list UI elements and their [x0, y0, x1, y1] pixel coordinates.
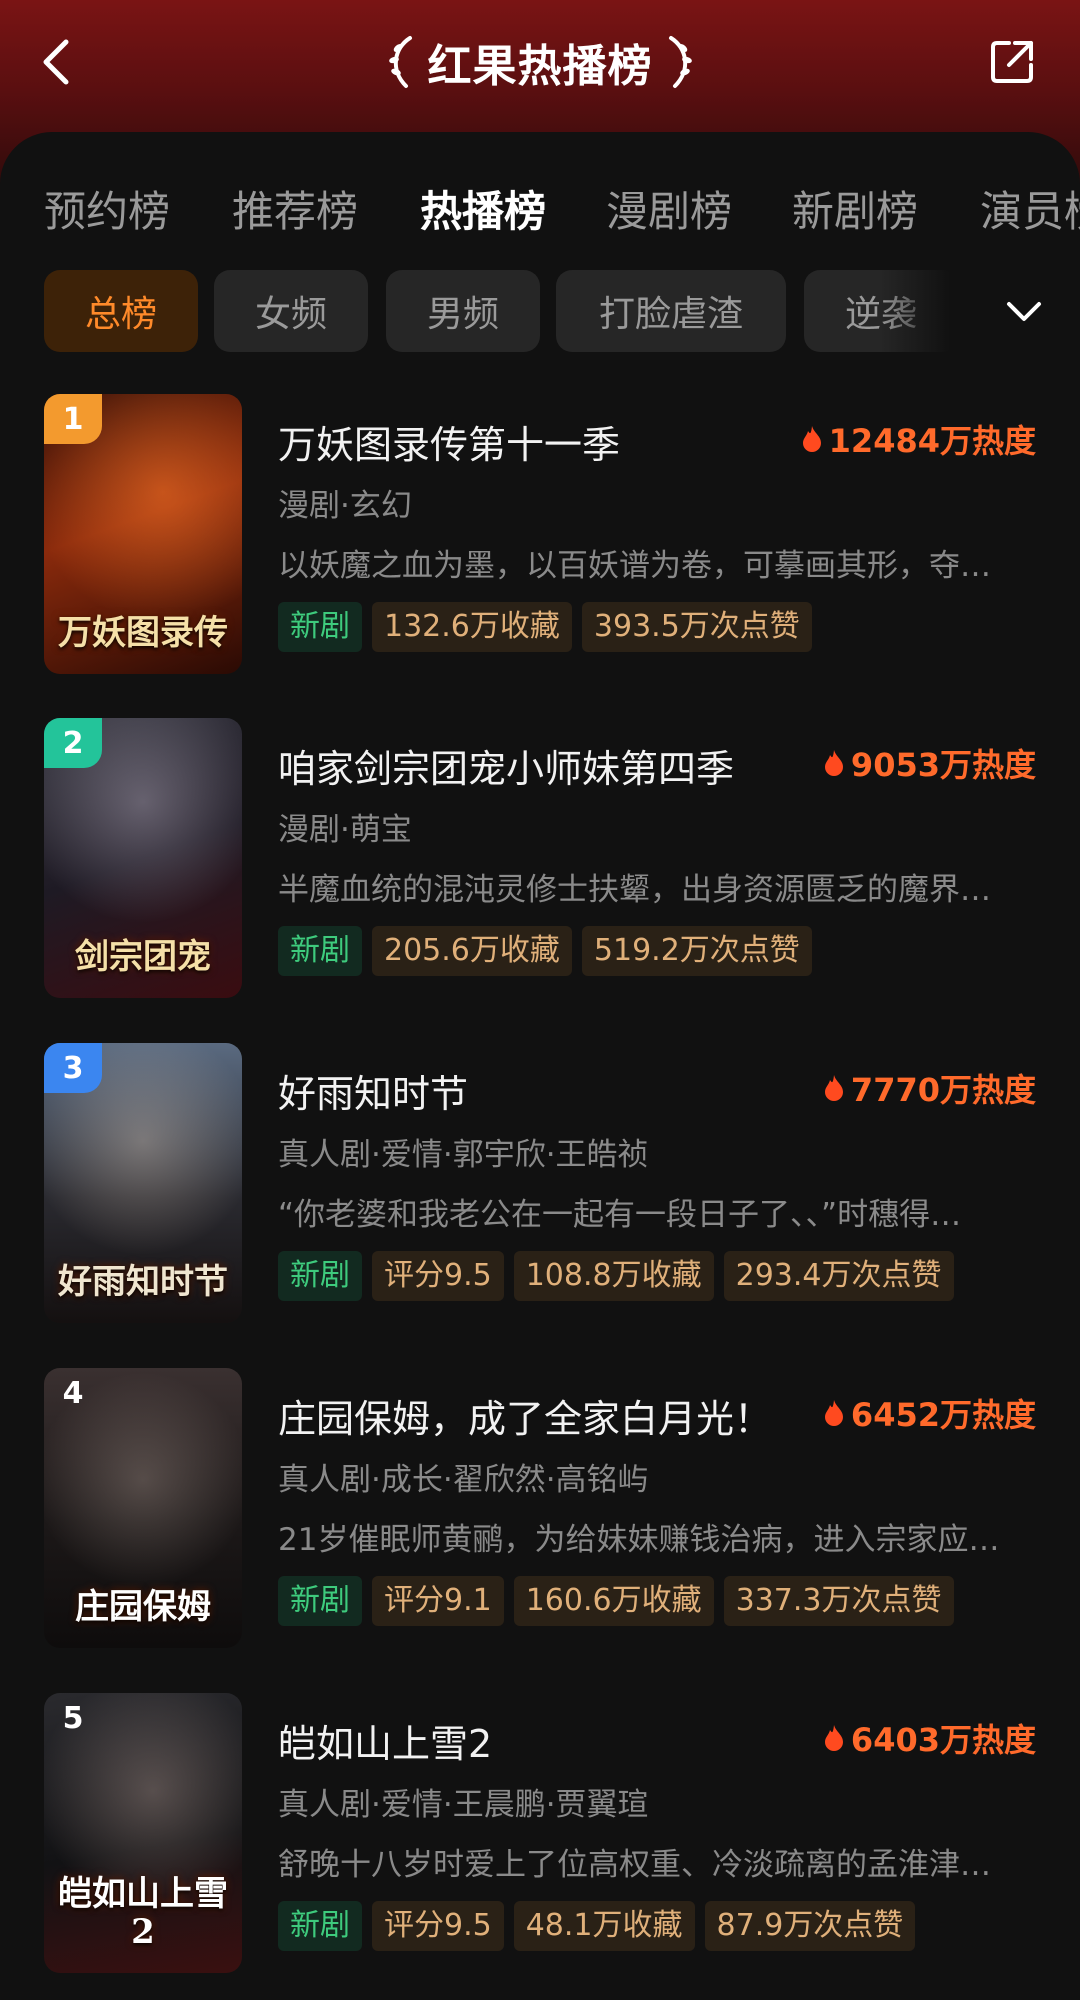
rating-badge: 评分9.5 — [372, 1251, 504, 1301]
badge-row: 新剧 评分9.5 48.1万收藏 87.9万次点赞 — [278, 1901, 916, 1951]
flame-icon — [824, 1725, 843, 1751]
expand-categories-button[interactable] — [1000, 290, 1048, 334]
likes-badge: 519.2万次点赞 — [581, 926, 812, 976]
rating-badge: 评分9.1 — [372, 1576, 504, 1626]
likes-badge: 293.4万次点赞 — [723, 1251, 954, 1301]
drama-title[interactable]: 庄园保姆，成了全家白月光！ — [278, 1388, 772, 1443]
new-badge: 新剧 — [278, 926, 362, 976]
heat-score: 12484万热度 — [801, 414, 1036, 464]
heat-score: 6403万热度 — [823, 1713, 1036, 1763]
chip-male[interactable]: 男频 — [386, 270, 540, 352]
tab-comic-drama[interactable]: 漫剧榜 — [606, 172, 732, 252]
likes-badge: 337.3万次点赞 — [723, 1576, 954, 1626]
drama-title[interactable]: 皑如山上雪2 — [278, 1713, 492, 1768]
rank-badge: 5 — [62, 1700, 84, 1736]
drama-title[interactable]: 咱家剑宗团宠小师妹第四季 — [278, 738, 734, 793]
flame-icon — [824, 1400, 843, 1426]
chevron-down-icon — [1007, 302, 1041, 321]
poster-image[interactable]: 万妖图录传 1 — [44, 394, 242, 674]
laurel-left-icon — [388, 36, 412, 88]
rating-badge: 评分9.5 — [372, 1901, 504, 1951]
page-title-wrap: 红果热播榜 — [0, 30, 1080, 94]
rank-badge: 1 — [44, 394, 102, 444]
drama-title[interactable]: 万妖图录传第十一季 — [278, 414, 620, 469]
heat-value: 6452万热度 — [850, 1396, 1036, 1434]
poster-image[interactable]: 皑如山上雪2 5 — [44, 1693, 242, 1973]
poster-title: 剑宗团宠 — [75, 937, 211, 977]
flame-icon — [824, 750, 843, 776]
heat-value: 7770万热度 — [850, 1071, 1036, 1109]
chip-female[interactable]: 女频 — [214, 270, 368, 352]
favorites-badge: 108.8万收藏 — [513, 1251, 714, 1301]
new-badge: 新剧 — [278, 1576, 362, 1626]
drama-tags: 漫剧·玄幻 — [278, 488, 412, 524]
favorites-badge: 132.6万收藏 — [372, 602, 572, 652]
drama-tags: 真人剧·成长·翟欣然·高铭屿 — [278, 1462, 649, 1498]
rank-badge: 4 — [62, 1375, 84, 1411]
list-item[interactable]: 万妖图录传 1 万妖图录传第十一季 12484万热度 漫剧·玄幻 以妖魔之血为墨… — [0, 394, 1080, 678]
laurel-right-icon — [668, 36, 692, 88]
poster-title: 皑如山上雪2 — [58, 1874, 228, 1952]
drama-description: 半魔血统的混沌灵修士扶颦，出身资源匮乏的魔界… — [278, 872, 991, 908]
poster-title: 好雨知时节 — [58, 1262, 228, 1302]
heat-score: 9053万热度 — [823, 738, 1036, 788]
drama-tags: 漫剧·萌宝 — [278, 812, 412, 848]
drama-tags: 真人剧·爱情·郭宇欣·王皓祯 — [278, 1137, 649, 1173]
badge-row: 新剧 评分9.1 160.6万收藏 337.3万次点赞 — [278, 1576, 954, 1626]
flame-icon — [824, 1075, 843, 1101]
tab-hot[interactable]: 热播榜 — [420, 172, 546, 252]
favorites-badge: 205.6万收藏 — [372, 926, 572, 976]
chips-fade-overlay — [880, 270, 1080, 354]
new-badge: 新剧 — [278, 1901, 362, 1951]
tab-recommend[interactable]: 推荐榜 — [232, 172, 358, 252]
heat-value: 6403万热度 — [850, 1721, 1036, 1759]
tab-reservation[interactable]: 预约榜 — [44, 172, 170, 252]
likes-badge: 393.5万次点赞 — [581, 602, 812, 652]
heat-value: 12484万热度 — [828, 422, 1036, 460]
favorites-badge: 160.6万收藏 — [513, 1576, 714, 1626]
ranking-tabs: 预约榜 推荐榜 热播榜 漫剧榜 新剧榜 演员榜 — [0, 172, 1080, 252]
rank-badge: 2 — [44, 718, 102, 768]
drama-tags: 真人剧·爱情·王晨鹏·贾翼瑄 — [278, 1787, 649, 1823]
likes-badge: 87.9万次点赞 — [704, 1901, 916, 1951]
list-item[interactable]: 皑如山上雪2 5 皑如山上雪2 6403万热度 真人剧·爱情·王晨鹏·贾翼瑄 舒… — [0, 1693, 1080, 1977]
ranking-panel: 预约榜 推荐榜 热播榜 漫剧榜 新剧榜 演员榜 总榜 女频 男频 打脸虐渣 逆袭… — [0, 132, 1080, 2000]
new-badge: 新剧 — [278, 1251, 362, 1301]
poster-title: 庄园保姆 — [75, 1587, 211, 1627]
badge-row: 新剧 评分9.5 108.8万收藏 293.4万次点赞 — [278, 1251, 954, 1301]
heat-value: 9053万热度 — [850, 746, 1036, 784]
favorites-badge: 48.1万收藏 — [513, 1901, 695, 1951]
chip-all[interactable]: 总榜 — [44, 270, 198, 352]
category-chips: 总榜 女频 男频 打脸虐渣 逆袭 — [0, 270, 1080, 354]
heat-score: 6452万热度 — [823, 1388, 1036, 1438]
flame-icon — [802, 426, 821, 452]
heat-score: 7770万热度 — [823, 1063, 1036, 1113]
list-item[interactable]: 好雨知时节 3 好雨知时节 7770万热度 真人剧·爱情·郭宇欣·王皓祯 “你老… — [0, 1043, 1080, 1327]
share-button[interactable] — [984, 34, 1040, 90]
poster-title: 万妖图录传 — [58, 613, 228, 653]
badge-row: 新剧 205.6万收藏 519.2万次点赞 — [278, 926, 812, 976]
tab-actor[interactable]: 演员榜 — [980, 172, 1080, 252]
drama-description: 21岁催眠师黄鹂，为给妹妹赚钱治病，进入宗家应… — [278, 1522, 1000, 1558]
tab-new-drama[interactable]: 新剧榜 — [792, 172, 918, 252]
rank-badge: 3 — [44, 1043, 102, 1093]
drama-description: 以妖魔之血为墨，以百妖谱为卷，可摹画其形，夺… — [278, 548, 991, 584]
drama-description: “你老婆和我老公在一起有一段日子了、、”时穗得… — [278, 1197, 962, 1233]
list-item[interactable]: 剑宗团宠 2 咱家剑宗团宠小师妹第四季 9053万热度 漫剧·萌宝 半魔血统的混… — [0, 718, 1080, 1002]
poster-image[interactable]: 庄园保姆 4 — [44, 1368, 242, 1648]
drama-description: 舒晚十八岁时爱上了位高权重、冷淡疏离的孟淮津… — [278, 1847, 991, 1883]
badge-row: 新剧 132.6万收藏 393.5万次点赞 — [278, 602, 812, 652]
share-icon — [991, 41, 1033, 83]
page-title: 红果热播榜 — [427, 41, 653, 92]
new-badge: 新剧 — [278, 602, 362, 652]
chip-face-slap[interactable]: 打脸虐渣 — [556, 270, 786, 352]
list-item[interactable]: 庄园保姆 4 庄园保姆，成了全家白月光！ 6452万热度 真人剧·成长·翟欣然·… — [0, 1368, 1080, 1652]
poster-image[interactable]: 好雨知时节 3 — [44, 1043, 242, 1323]
poster-image[interactable]: 剑宗团宠 2 — [44, 718, 242, 998]
drama-title[interactable]: 好雨知时节 — [278, 1063, 468, 1118]
